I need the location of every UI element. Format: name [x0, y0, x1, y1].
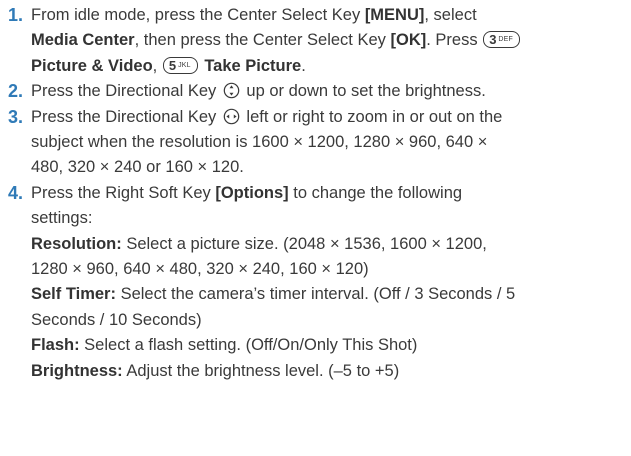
setting-text: 1280 × 960, 640 × 480, 320 × 240, 160 × …: [31, 260, 369, 279]
step-text: subject when the resolution is 1600 × 12…: [31, 133, 488, 152]
step-text: , select: [424, 6, 477, 24]
step-text: left or right to zoom in or out on the: [241, 107, 503, 126]
step-text: ,: [152, 56, 162, 75]
options-key-label: [Options]: [215, 183, 289, 202]
step-4: 4. Press the Right Soft Key [Options] to…: [8, 181, 623, 232]
setting-label: Resolution:: [31, 234, 122, 253]
ok-key-label: [OK]: [390, 31, 427, 50]
setting-flash: Flash: Select a flash setting. (Off/On/O…: [8, 333, 623, 358]
step-text: From idle mode, press the Center Select …: [31, 6, 365, 24]
setting-text: Select a picture size. (2048 × 1536, 160…: [121, 234, 487, 253]
step-text: settings:: [31, 209, 93, 228]
picture-video-label: Picture & Video: [31, 56, 153, 75]
step-1: 1. From idle mode, press the Center Sele…: [8, 3, 623, 79]
setting-self-timer: Self Timer: Select the camera’s timer in…: [8, 282, 623, 333]
step-number: 1.: [8, 5, 24, 25]
key-5-jkl-icon: 5 JKL: [162, 56, 198, 74]
step-text: up or down to set the brightness.: [241, 82, 486, 101]
setting-text: Select a flash setting. (Off/On/Only Thi…: [79, 336, 418, 355]
setting-label: Self Timer:: [31, 285, 116, 304]
step-text: 480, 320 × 240 or 160 × 120.: [31, 158, 244, 177]
step-text: Press the Right Soft Key: [31, 183, 216, 202]
media-center-label: Media Center: [31, 31, 135, 50]
step-text: .: [301, 56, 306, 75]
menu-key-label: [MENU]: [364, 6, 425, 24]
step-2: 2. Press the Directional Key up or down …: [8, 79, 623, 104]
setting-resolution: Resolution: Select a picture size. (2048…: [8, 232, 623, 283]
step-text: to change the following: [288, 183, 463, 202]
step-number: 2.: [8, 81, 24, 102]
setting-brightness: Brightness: Adjust the brightness level.…: [8, 359, 623, 384]
step-text: . Press: [426, 31, 483, 50]
setting-label: Brightness:: [31, 361, 123, 380]
step-number: 3.: [8, 106, 24, 127]
manual-page: 1. From idle mode, press the Center Sele…: [0, 0, 631, 456]
key-3-def-icon: 3 DEF: [483, 31, 521, 49]
setting-label: Flash:: [31, 336, 80, 355]
up-down-navigation-key-icon: [223, 82, 240, 99]
step-text: Press the Directional Key: [31, 82, 221, 101]
setting-text: Seconds / 10 Seconds): [31, 310, 202, 329]
take-picture-label: Take Picture: [204, 56, 302, 75]
step-text: , then press the Center Select Key: [134, 31, 391, 50]
setting-text: Adjust the brightness level. (–5 to +5): [122, 361, 400, 380]
step-number: 4.: [8, 182, 24, 203]
step-text: Press the Directional Key: [31, 107, 221, 126]
setting-text: Select the camera’s timer interval. (Off…: [115, 285, 516, 304]
left-right-navigation-key-icon: [223, 108, 240, 124]
step-3: 3. Press the Directional Key left or rig…: [8, 105, 623, 181]
